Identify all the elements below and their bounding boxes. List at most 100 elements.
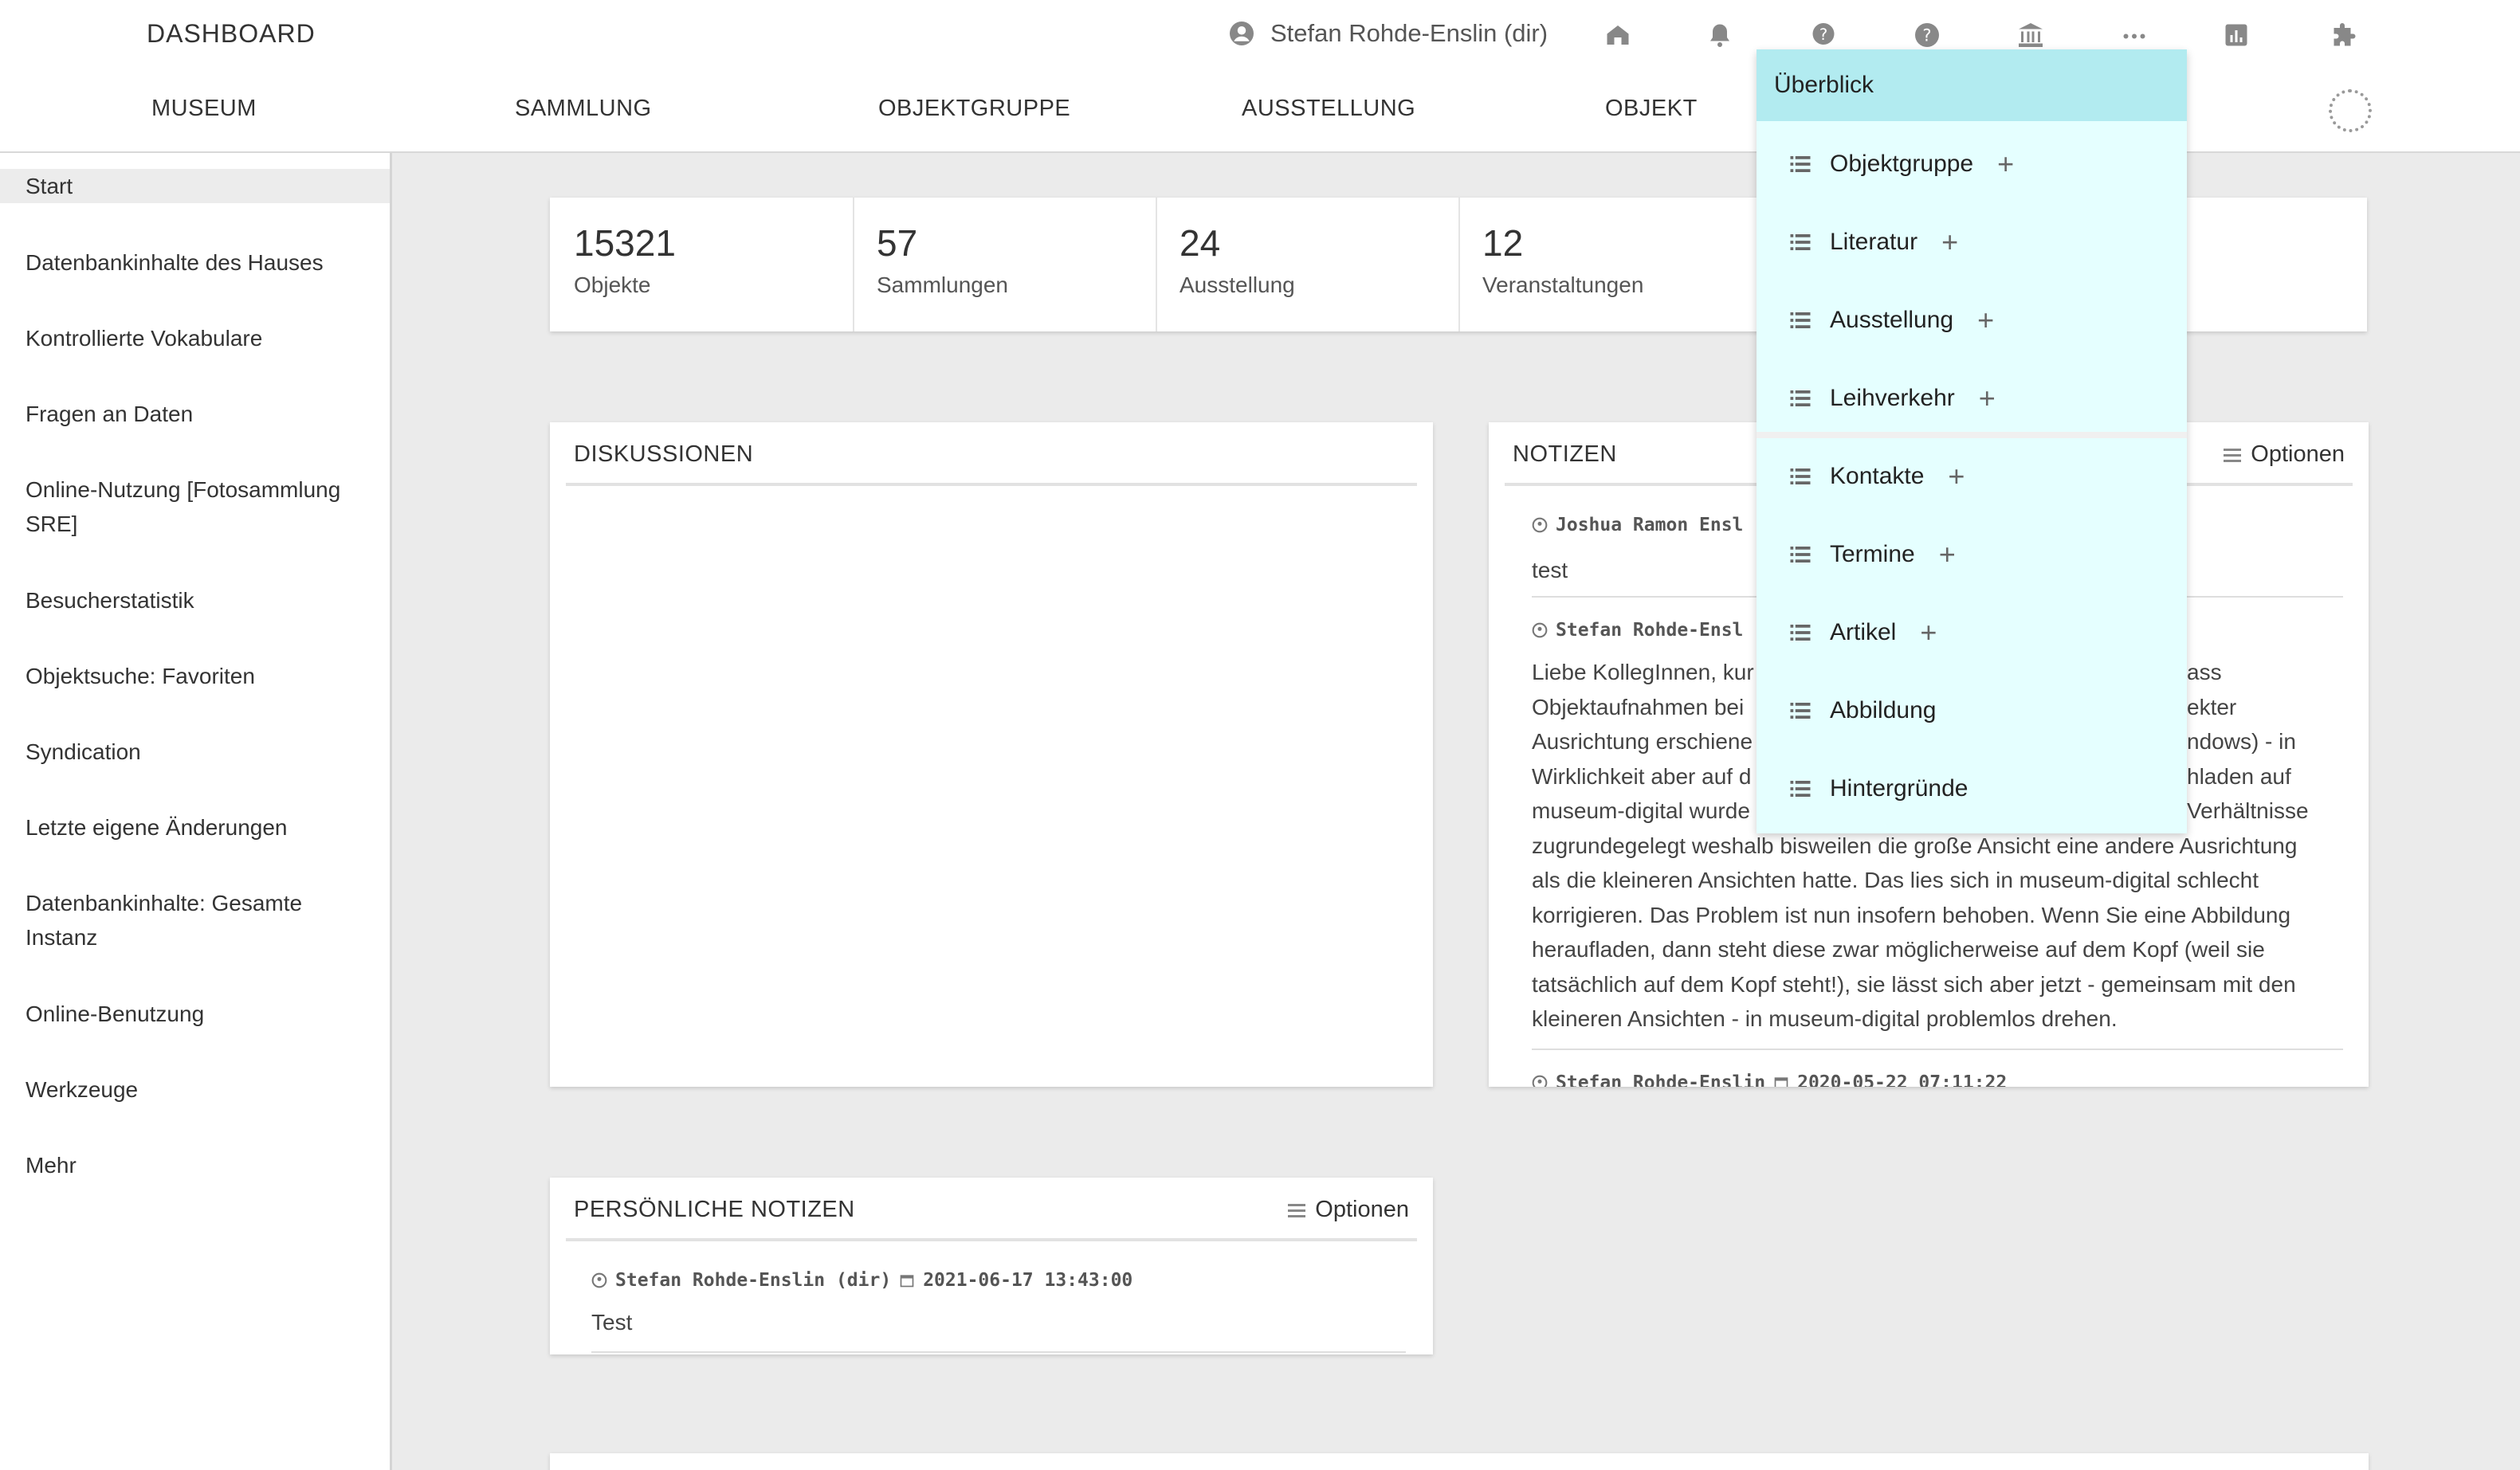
list-icon <box>1790 468 1811 484</box>
note-author: Stefan Rohde-Enslin (dir) <box>615 1270 892 1291</box>
institution-icon[interactable] <box>2016 21 2045 49</box>
options-button[interactable]: Optionen <box>1288 1197 1409 1223</box>
nav-objekt[interactable]: OBJEKT <box>1605 96 1698 122</box>
sidebar-item-start[interactable]: Start <box>0 169 390 203</box>
nav-objektgruppe[interactable]: OBJEKTGRUPPE <box>878 96 1070 122</box>
sidebar: Start Datenbankinhalte des Hauses Kontro… <box>0 153 392 1470</box>
dropdown-item-abbildung[interactable]: Abbildung <box>1788 695 1936 727</box>
user-icon <box>1532 517 1548 533</box>
add-icon[interactable]: + <box>1939 540 1956 569</box>
note-date: 2021-06-17 13:43:00 <box>923 1270 1133 1291</box>
sidebar-item-fragen-an-daten[interactable]: Fragen an Daten <box>26 397 368 431</box>
dropdown-item-termine[interactable]: Termine + <box>1788 539 1956 570</box>
sidebar-item-online-benutzung[interactable]: Online-Benutzung <box>26 997 368 1031</box>
dropdown-item-kontakte[interactable]: Kontakte + <box>1788 461 1965 492</box>
note-body-right: ass ekter ndows) - in hladen auf Verhält… <box>2187 655 2309 829</box>
note-author: Stefan Rohde-Enslin <box>1556 1072 1766 1087</box>
dropdown-divider <box>1757 432 2187 438</box>
note-author: Stefan Rohde-Ensl <box>1556 620 1744 641</box>
sidebar-item-datenbankinhalte-hauses[interactable]: Datenbankinhalte des Hauses <box>26 245 368 280</box>
overview-dropdown: Überblick Objektgruppe + Literatur + Aus… <box>1757 49 2187 833</box>
stat-label: Objekte <box>574 272 651 297</box>
help-circle-icon[interactable]: ? <box>1913 21 1941 49</box>
dropdown-item-ausstellung[interactable]: Ausstellung + <box>1788 304 1994 336</box>
puzzle-icon[interactable] <box>2330 21 2359 49</box>
stat-sammlungen[interactable]: 57 Sammlungen <box>853 198 1156 331</box>
list-icon <box>1790 625 1811 641</box>
dropdown-item-label: Kontakte <box>1830 463 1925 489</box>
stat-value: 12 <box>1482 222 1524 264</box>
nav-sammlung[interactable]: SAMMLUNG <box>515 96 652 122</box>
add-icon[interactable]: + <box>1948 462 1965 491</box>
bottom-card <box>550 1453 2369 1470</box>
dropdown-item-label: Objektgruppe <box>1830 151 1974 177</box>
svg-text:?: ? <box>1922 26 1931 45</box>
chart-icon[interactable] <box>2222 21 2251 49</box>
dropdown-item-label: Termine <box>1830 541 1915 567</box>
note-fragment: hladen auf <box>2187 763 2291 789</box>
sidebar-item-objektsuche-favoriten[interactable]: Objektsuche: Favoriten <box>26 659 368 693</box>
list-icon <box>1790 703 1811 719</box>
dropdown-item-literatur[interactable]: Literatur + <box>1788 226 1958 258</box>
note-line: heraufladen, dann steht diese zwar mögli… <box>1532 937 2265 962</box>
dropdown-header-label: Überblick <box>1774 72 1874 98</box>
user-icon <box>591 1272 607 1288</box>
sidebar-item-werkzeuge[interactable]: Werkzeuge <box>26 1072 368 1107</box>
bell-icon[interactable] <box>1706 21 1734 49</box>
help-icon[interactable]: ? <box>1809 21 1838 49</box>
stat-value: 24 <box>1180 222 1221 264</box>
sidebar-item-datenbankinhalte-gesamt[interactable]: Datenbankinhalte: Gesamte Instanz <box>26 886 368 955</box>
sidebar-item-syndication[interactable]: Syndication <box>26 735 368 769</box>
stat-objekte[interactable]: 15321 Objekte <box>550 198 853 331</box>
user-name: Stefan Rohde-Enslin (dir) <box>1270 19 1549 47</box>
stat-value: 57 <box>877 222 918 264</box>
options-button[interactable]: Optionen <box>2224 441 2345 468</box>
note-meta: Stefan Rohde-Enslin 2020-05-22 07:11:22 <box>1532 1072 2007 1087</box>
dropdown-item-artikel[interactable]: Artikel + <box>1788 617 1937 649</box>
dropdown-item-hintergruende[interactable]: Hintergründe <box>1788 773 1968 805</box>
sidebar-item-besucherstatistik[interactable]: Besucherstatistik <box>26 583 368 617</box>
stat-veranstaltungen[interactable]: 12 Veranstaltungen <box>1458 198 1761 331</box>
note-fragment: ekter <box>2187 694 2237 719</box>
user-menu[interactable]: Stefan Rohde-Enslin (dir) <box>1227 19 1548 48</box>
list-icon <box>1790 390 1811 406</box>
dropdown-header[interactable]: Überblick <box>1757 49 2187 121</box>
list-icon <box>1790 156 1811 172</box>
svg-text:?: ? <box>1819 25 1827 44</box>
add-icon[interactable]: + <box>1997 150 2014 178</box>
persoenliche-notizen-card: PERSÖNLICHE NOTIZEN Optionen Stefan Rohd… <box>550 1178 1433 1354</box>
dropdown-item-label: Hintergründe <box>1830 775 1969 802</box>
more-icon[interactable] <box>2120 21 2149 49</box>
menu-icon <box>2224 448 2242 462</box>
note-divider <box>591 1351 1406 1353</box>
sidebar-item-kontrollierte-vokabulare[interactable]: Kontrollierte Vokabulare <box>26 321 368 355</box>
dropdown-item-leihverkehr[interactable]: Leihverkehr + <box>1788 382 1996 414</box>
sidebar-item-letzte-aenderungen[interactable]: Letzte eigene Änderungen <box>26 810 368 845</box>
add-icon[interactable]: + <box>1977 306 1994 335</box>
note-line: korrigieren. Das Problem ist nun insofer… <box>1532 902 2291 927</box>
card-divider <box>566 1238 1417 1241</box>
nav-museum[interactable]: MUSEUM <box>151 96 257 122</box>
dashboard-title[interactable]: DASHBOARD <box>147 19 316 49</box>
note-date: 2020-05-22 07:11:22 <box>1797 1072 2008 1087</box>
add-icon[interactable]: + <box>1941 228 1958 257</box>
note-line: zugrundegelegt weshalb bisweilen die gro… <box>1532 833 2298 858</box>
dropdown-item-label: Abbildung <box>1830 697 1937 723</box>
stat-ausstellung[interactable]: 24 Ausstellung <box>1156 198 1458 331</box>
sidebar-item-online-nutzung-fotosammlung[interactable]: Online-Nutzung [Fotosammlung SRE] <box>26 472 368 541</box>
home-icon[interactable] <box>1603 21 1632 49</box>
add-icon[interactable]: + <box>1979 384 1996 413</box>
diskussionen-card: DISKUSSIONEN <box>550 422 1433 1087</box>
card-title: PERSÖNLICHE NOTIZEN <box>574 1197 855 1222</box>
nav-ausstellung[interactable]: AUSSTELLUNG <box>1242 96 1415 122</box>
add-icon[interactable]: + <box>1920 618 1937 647</box>
note-fragment: ass <box>2187 660 2222 684</box>
card-title: NOTIZEN <box>1513 441 1617 467</box>
note-line: tatsächlich auf dem Kopf steht!), sie lä… <box>1532 971 2296 997</box>
options-label: Optionen <box>2251 441 2345 467</box>
list-icon <box>1790 781 1811 797</box>
note-fragment: ndows) - in <box>2187 729 2296 754</box>
dropdown-item-objektgruppe[interactable]: Objektgruppe + <box>1788 148 2014 180</box>
sidebar-item-mehr[interactable]: Mehr <box>26 1148 368 1182</box>
stat-label: Sammlungen <box>877 272 1008 297</box>
